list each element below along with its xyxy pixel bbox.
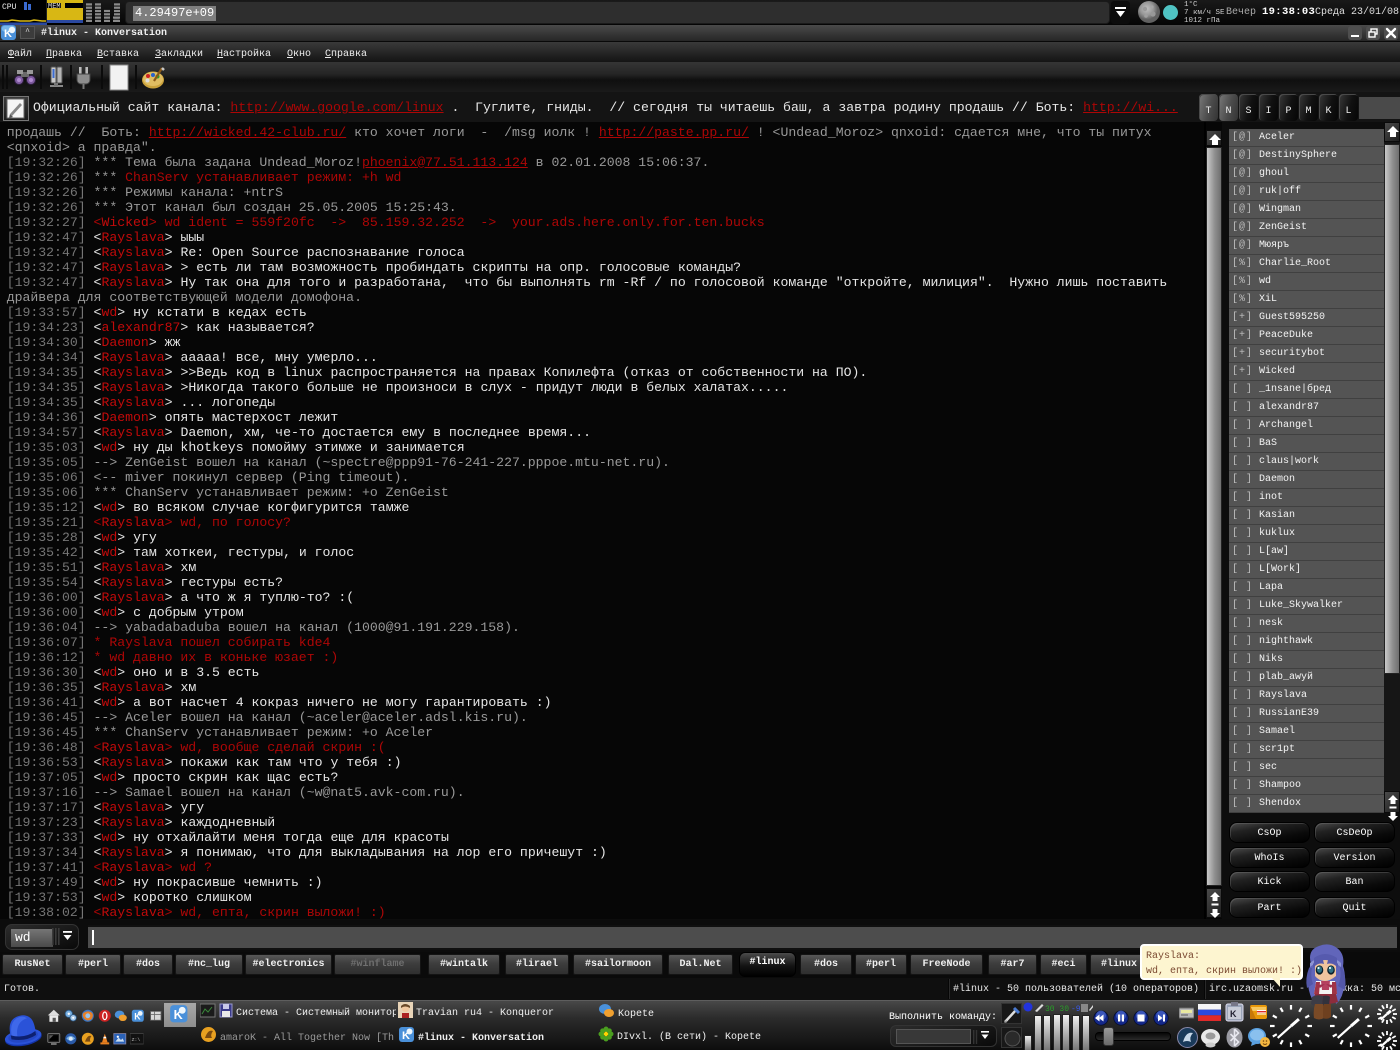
svg-text:K: K (1230, 1009, 1237, 1019)
svg-text:30 30: 30 30 (1045, 1005, 1069, 1013)
svg-text:Z:\: Z:\ (132, 1037, 141, 1043)
svg-text:CPU: CPU (2, 3, 17, 12)
